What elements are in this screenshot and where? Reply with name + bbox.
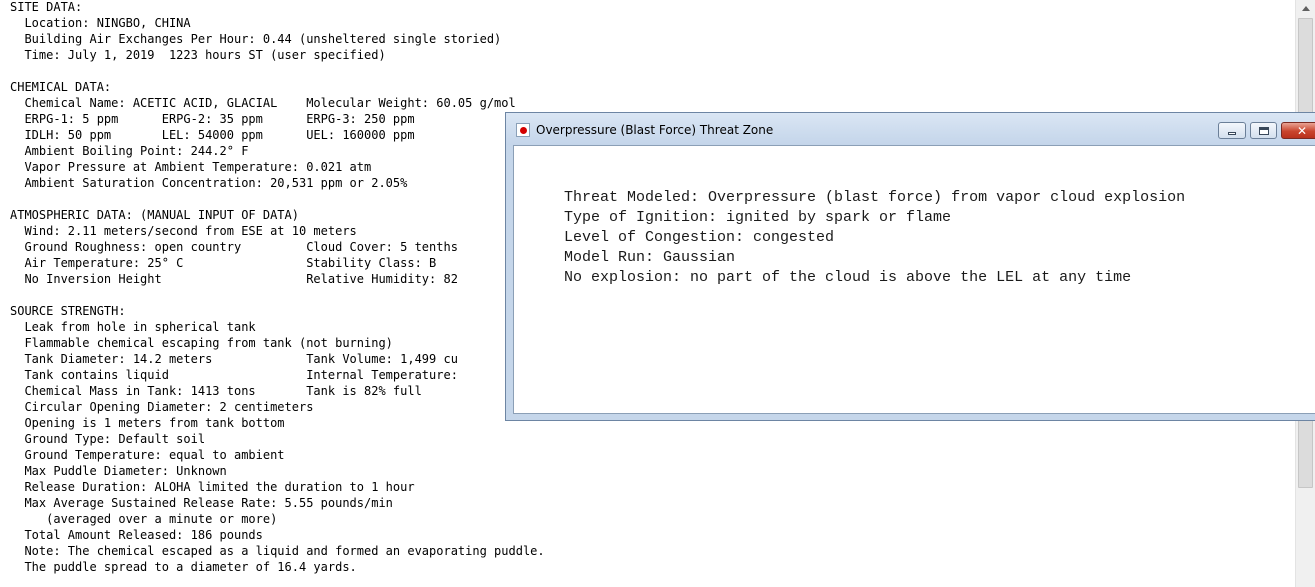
report-line: Max Average Sustained Release Rate: 5.55… <box>10 496 393 510</box>
close-icon: ✕ <box>1296 123 1308 138</box>
report-line: Ground Roughness: open country Cloud Cov… <box>10 240 458 254</box>
dialog-content: Threat Modeled: Overpressure (blast forc… <box>513 145 1315 414</box>
report-line: Wind: 2.11 meters/second from ESE at 10 … <box>10 224 357 238</box>
explosion-result-line: No explosion: no part of the cloud is ab… <box>564 269 1132 286</box>
report-line: SOURCE STRENGTH: <box>10 304 126 318</box>
minimize-button[interactable] <box>1218 122 1246 139</box>
report-line: IDLH: 50 ppm LEL: 54000 ppm UEL: 160000 … <box>10 128 415 142</box>
threat-modeled-line: Threat Modeled: Overpressure (blast forc… <box>564 189 1186 206</box>
maximize-icon <box>1258 126 1269 135</box>
model-run-line: Model Run: Gaussian <box>564 249 736 266</box>
report-line: Chemical Mass in Tank: 1413 tons Tank is… <box>10 384 422 398</box>
dialog-title: Overpressure (Blast Force) Threat Zone <box>536 123 774 137</box>
report-line: ATMOSPHERIC DATA: (MANUAL INPUT OF DATA) <box>10 208 299 222</box>
report-line: Time: July 1, 2019 1223 hours ST (user s… <box>10 48 386 62</box>
report-line: Vapor Pressure at Ambient Temperature: 0… <box>10 160 372 174</box>
report-line: Opening is 1 meters from tank bottom <box>10 416 285 430</box>
report-line: ERPG-1: 5 ppm ERPG-2: 35 ppm ERPG-3: 250… <box>10 112 415 126</box>
report-line: Chemical Name: ACETIC ACID, GLACIAL Mole… <box>10 96 516 110</box>
report-line: Ambient Boiling Point: 244.2° F <box>10 144 249 158</box>
report-line: Ambient Saturation Concentration: 20,531… <box>10 176 408 190</box>
report-line: Circular Opening Diameter: 2 centimeters <box>10 400 314 414</box>
close-button[interactable]: ✕ <box>1281 122 1315 139</box>
report-line <box>10 287 545 303</box>
threat-zone-dialog[interactable]: Overpressure (Blast Force) Threat Zone ✕… <box>505 112 1315 421</box>
maximize-button[interactable] <box>1250 122 1277 139</box>
scroll-up-arrow-icon[interactable] <box>1296 0 1315 17</box>
report-line <box>10 63 545 79</box>
report-line: Leak from hole in spherical tank <box>10 320 256 334</box>
report-line: No Inversion Height Relative Humidity: 8… <box>10 272 458 286</box>
report-line: Flammable chemical escaping from tank (n… <box>10 336 393 350</box>
report-line: Max Puddle Diameter: Unknown <box>10 464 227 478</box>
dialog-titlebar[interactable]: Overpressure (Blast Force) Threat Zone ✕ <box>506 113 1315 145</box>
ignition-type-line: Type of Ignition: ignited by spark or fl… <box>564 209 952 226</box>
report-line: Tank contains liquid Internal Temperatur… <box>10 368 458 382</box>
report-text: SITE DATA: Location: NINGBO, CHINA Build… <box>10 0 545 575</box>
report-line <box>10 191 545 207</box>
report-line: Release Duration: ALOHA limited the dura… <box>10 480 415 494</box>
aloha-app-icon <box>516 123 530 137</box>
report-line: The puddle spread to a diameter of 16.4 … <box>10 560 357 574</box>
report-line: SITE DATA: <box>10 0 83 14</box>
report-line: Air Temperature: 25° C Stability Class: … <box>10 256 437 270</box>
report-line: Total Amount Released: 186 pounds <box>10 528 263 542</box>
report-line: Ground Temperature: equal to ambient <box>10 448 285 462</box>
report-line: Tank Diameter: 14.2 meters Tank Volume: … <box>10 352 458 366</box>
report-line: CHEMICAL DATA: <box>10 80 112 94</box>
report-line: (averaged over a minute or more) <box>10 512 278 526</box>
threat-details: Threat Modeled: Overpressure (blast forc… <box>564 188 1185 288</box>
minimize-icon <box>1228 132 1236 135</box>
report-line: Building Air Exchanges Per Hour: 0.44 (u… <box>10 32 502 46</box>
report-line: Note: The chemical escaped as a liquid a… <box>10 544 545 558</box>
report-line: Location: NINGBO, CHINA <box>10 16 191 30</box>
report-line: Ground Type: Default soil <box>10 432 206 446</box>
congestion-level-line: Level of Congestion: congested <box>564 229 835 246</box>
